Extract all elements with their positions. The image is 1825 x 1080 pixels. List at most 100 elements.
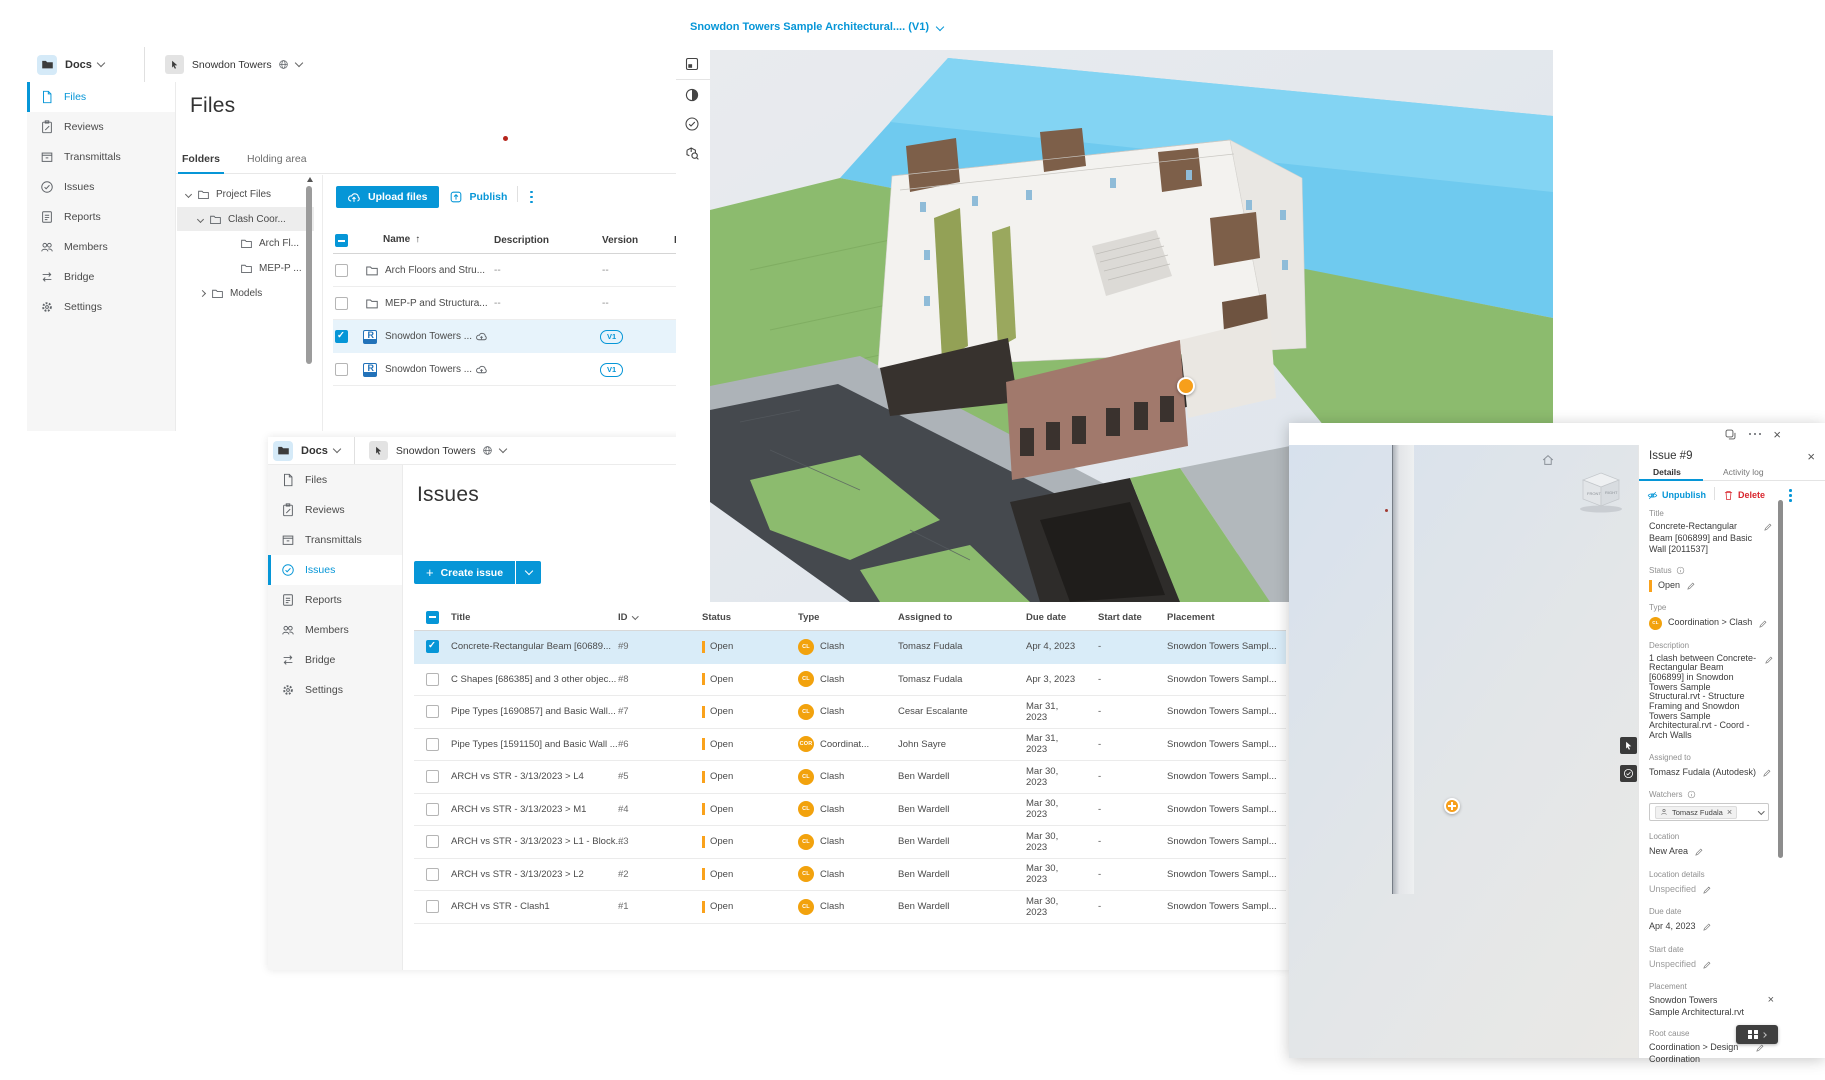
row-checkbox[interactable]	[335, 264, 348, 277]
viewcube[interactable]: FRONT RIGHT	[1579, 469, 1623, 513]
file-row[interactable]: MEP-P and Structura... -- --	[333, 287, 682, 320]
select-tool-button[interactable]	[1620, 737, 1637, 754]
tab-holding-area[interactable]: Holding area	[247, 153, 307, 165]
file-row[interactable]: Arch Floors and Stru... -- --	[333, 254, 682, 287]
sidebar-item-transmittals[interactable]: Transmittals	[268, 525, 402, 555]
row-checkbox[interactable]	[426, 868, 439, 881]
app-switcher[interactable]: Docs	[268, 441, 340, 461]
sidebar-item-bridge[interactable]: Bridge	[27, 262, 175, 292]
tree-item-project-files[interactable]: Project Files	[186, 182, 271, 206]
close-window-icon[interactable]: ×	[1773, 428, 1781, 441]
tree-scrollbar[interactable]	[306, 177, 313, 391]
version-badge[interactable]: V1	[600, 330, 623, 344]
row-checkbox[interactable]	[426, 835, 439, 848]
sidebar-item-issues[interactable]: Issues	[268, 555, 402, 585]
issue-title[interactable]: ARCH vs STR - 3/13/2023 > L1 - Block...	[451, 826, 623, 858]
chevron-down-icon[interactable]	[294, 59, 302, 67]
col-description[interactable]: Description	[494, 235, 549, 246]
issue-placement-link[interactable]: Snowdon Towers Sampl...	[1167, 794, 1285, 826]
col-name[interactable]: Name↑	[383, 234, 420, 245]
publish-button[interactable]: Publish	[449, 190, 508, 204]
col-type[interactable]: Type	[798, 604, 819, 630]
edit-pencil-icon[interactable]	[1758, 619, 1768, 629]
unpublish-button[interactable]: Unpublish	[1647, 490, 1706, 501]
sidebar-item-files[interactable]: Files	[27, 82, 175, 112]
issue-title[interactable]: ARCH vs STR - 3/13/2023 > L4	[451, 761, 623, 793]
select-all-checkbox[interactable]	[335, 234, 348, 247]
delete-button[interactable]: Delete	[1723, 490, 1765, 501]
chevron-down-icon[interactable]	[1758, 808, 1764, 814]
remove-watcher-icon[interactable]: ×	[1727, 807, 1732, 817]
watcher-chip[interactable]: Tomasz Fudala ×	[1655, 806, 1737, 819]
edit-pencil-icon[interactable]	[1702, 885, 1712, 895]
sidebar-item-reports[interactable]: Reports	[268, 585, 402, 615]
issue-row[interactable]: ARCH vs STR - 3/13/2023 > L2 #2 Open CLC…	[414, 859, 1286, 892]
issue-row[interactable]: ARCH vs STR - 3/13/2023 > L1 - Block... …	[414, 826, 1286, 859]
col-due-date[interactable]: Due date	[1026, 604, 1086, 630]
scroll-up-arrow[interactable]	[307, 177, 313, 182]
col-start-date[interactable]: Start date	[1098, 604, 1142, 630]
edit-pencil-icon[interactable]	[1762, 768, 1772, 778]
issue-placement-link[interactable]: Snowdon Towers Sampl...	[1167, 664, 1285, 696]
file-name[interactable]: Snowdon Towers ...	[385, 353, 472, 386]
tab-folders[interactable]: Folders	[182, 153, 220, 165]
model-search-icon[interactable]	[684, 145, 700, 161]
col-version[interactable]: Version	[602, 235, 638, 246]
apps-grid-button[interactable]	[1736, 1025, 1778, 1044]
edit-pencil-icon[interactable]	[1702, 922, 1712, 932]
issue-title[interactable]: C Shapes [686385] and 3 other objec...	[451, 664, 623, 696]
issue-placement-link[interactable]: Snowdon Towers Sampl...	[1167, 761, 1285, 793]
project-selector[interactable]: Snowdon Towers	[355, 441, 506, 460]
sidebar-item-bridge[interactable]: Bridge	[268, 645, 402, 675]
chevron-down-icon[interactable]	[333, 445, 341, 453]
issue-row[interactable]: ARCH vs STR - 3/13/2023 > L4 #5 Open CLC…	[414, 761, 1286, 794]
file-row-selected[interactable]: R Snowdon Towers ... V1	[333, 320, 682, 353]
file-name[interactable]: Arch Floors and Stru...	[385, 254, 485, 287]
watchers-select[interactable]: Tomasz Fudala ×	[1649, 803, 1769, 821]
issue-title[interactable]: ARCH vs STR - Clash1	[451, 891, 623, 923]
document-title[interactable]: Snowdon Towers Sample Architectural.... …	[690, 21, 929, 33]
issue-row[interactable]: C Shapes [686385] and 3 other objec... #…	[414, 664, 1286, 697]
chevron-down-icon[interactable]	[97, 59, 105, 67]
markup-check-button[interactable]	[1620, 765, 1637, 782]
sidebar-item-transmittals[interactable]: Transmittals	[27, 142, 175, 172]
row-checkbox[interactable]	[426, 803, 439, 816]
chevron-down-icon[interactable]	[185, 190, 192, 197]
row-checkbox[interactable]	[426, 640, 439, 653]
panel-scrollbar-thumb[interactable]	[1778, 500, 1783, 858]
tree-item-clash-coordination[interactable]: Clash Coor...	[177, 207, 314, 231]
sidebar-item-members[interactable]: Members	[268, 615, 402, 645]
edit-pencil-icon[interactable]	[1702, 960, 1712, 970]
sidebar-item-settings[interactable]: Settings	[27, 292, 175, 322]
compare-icon[interactable]	[1724, 428, 1737, 441]
check-circle-icon[interactable]	[684, 116, 700, 132]
issue-row[interactable]: ARCH vs STR - 3/13/2023 > M1 #4 Open CLC…	[414, 794, 1286, 827]
tab-activity-log[interactable]: Activity log	[1723, 467, 1764, 477]
remove-placement-icon[interactable]: ×	[1768, 995, 1774, 1006]
issue-title[interactable]: ARCH vs STR - 3/13/2023 > L2	[451, 859, 623, 891]
info-icon[interactable]	[1676, 566, 1685, 575]
edit-pencil-icon[interactable]	[1764, 655, 1774, 665]
kebab-menu-icon[interactable]	[1787, 487, 1794, 504]
tree-item-mep[interactable]: MEP-P ...	[240, 256, 302, 280]
tab-details[interactable]: Details	[1653, 467, 1681, 477]
sidebar-item-settings[interactable]: Settings	[268, 675, 402, 705]
tree-item-arch[interactable]: Arch Fl...	[240, 231, 299, 255]
info-icon[interactable]	[1687, 790, 1696, 799]
file-name[interactable]: MEP-P and Structura...	[385, 287, 488, 320]
issue-title[interactable]: ARCH vs STR - 3/13/2023 > M1	[451, 794, 623, 826]
sidebar-item-reviews[interactable]: Reviews	[268, 495, 402, 525]
issue-placement-link[interactable]: Snowdon Towers Sampl...	[1167, 631, 1285, 663]
edit-pencil-icon[interactable]	[1755, 1043, 1765, 1053]
issue-title[interactable]: Concrete-Rectangular Beam [60689...	[451, 631, 623, 663]
app-switcher[interactable]: Docs	[27, 55, 104, 75]
kebab-menu-icon[interactable]	[528, 189, 535, 206]
upload-files-button[interactable]: Upload files	[336, 186, 439, 208]
row-checkbox[interactable]	[335, 363, 348, 376]
chevron-right-icon[interactable]	[199, 289, 206, 296]
col-title[interactable]: Title	[451, 604, 623, 630]
home-icon[interactable]	[1541, 453, 1555, 467]
issue-row[interactable]: Pipe Types [1591150] and Basic Wall ... …	[414, 729, 1286, 762]
select-all-checkbox[interactable]	[426, 611, 439, 624]
issue-placement-link[interactable]: Snowdon Towers Sampl...	[1167, 696, 1285, 728]
